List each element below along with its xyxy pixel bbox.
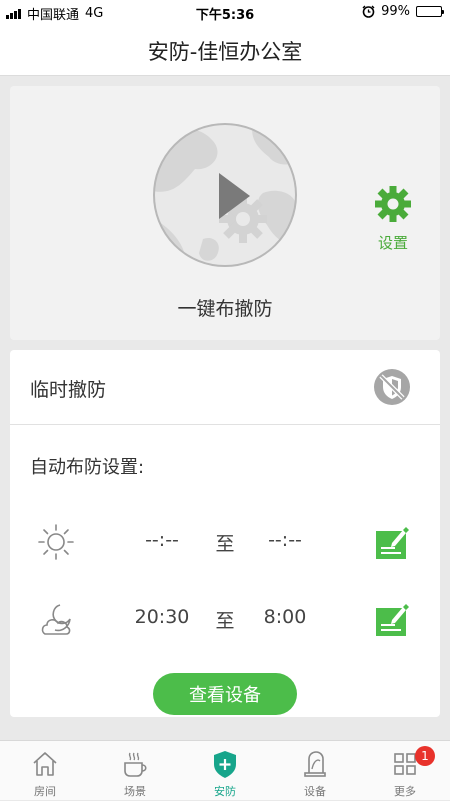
- day-end-time[interactable]: --:--: [245, 529, 325, 551]
- tab-scenes[interactable]: 场景: [90, 741, 180, 801]
- temp-disarm-toggle[interactable]: [372, 367, 412, 407]
- tab-rooms[interactable]: 房间: [0, 741, 90, 801]
- day-edit-icon[interactable]: [374, 525, 410, 561]
- auto-arm-panel: 临时撤防 自动布防设置: --:-- 至 --:-- 20:30 至 8:00 …: [10, 350, 440, 717]
- play-icon: [153, 123, 297, 267]
- one-key-arm-label: 一键布撤防: [177, 298, 273, 320]
- tab-more[interactable]: 1 更多: [360, 741, 450, 801]
- temp-disarm-label: 临时撤防: [30, 379, 107, 401]
- status-bar: 中国联通 4G 下午5:36 99%: [0, 0, 450, 24]
- tab-security[interactable]: 安防: [180, 741, 270, 801]
- night-schedule-row: 20:30 至 8:00: [10, 594, 440, 644]
- notification-badge: 1: [415, 746, 435, 766]
- battery-percent: 99%: [381, 4, 410, 19]
- view-devices-button[interactable]: 查看设备: [153, 673, 297, 715]
- night-end-time[interactable]: 8:00: [245, 606, 325, 628]
- day-start-time[interactable]: --:--: [122, 529, 202, 551]
- battery-icon: [416, 6, 444, 17]
- tab-devices[interactable]: 设备: [270, 741, 360, 801]
- coffee-cup-icon: [124, 752, 147, 777]
- settings-label: 设置: [377, 234, 408, 252]
- night-to-label: 至: [215, 610, 235, 632]
- device-icon: [304, 751, 326, 777]
- day-to-label: 至: [215, 533, 235, 555]
- one-key-arm-button[interactable]: [153, 123, 297, 267]
- settings-button[interactable]: 设置: [368, 184, 418, 253]
- night-edit-icon[interactable]: [374, 602, 410, 638]
- page-title: 安防-佳恒办公室: [147, 40, 303, 64]
- shield-plus-icon: [214, 751, 236, 778]
- arm-panel: 一键布撤防 设置: [10, 86, 440, 340]
- tab-more-label: 更多: [394, 785, 416, 798]
- sun-icon: [38, 524, 74, 560]
- alarm-clock-icon: [362, 5, 375, 18]
- nav-header: 安防-佳恒办公室: [0, 24, 450, 76]
- tab-rooms-label: 房间: [34, 785, 56, 798]
- temp-disarm-row: 临时撤防: [10, 350, 440, 425]
- shield-off-icon: [374, 369, 410, 405]
- tab-devices-label: 设备: [304, 785, 326, 798]
- gear-icon: [375, 186, 411, 222]
- auto-arm-label: 自动布防设置:: [30, 457, 145, 478]
- home-icon: [33, 752, 57, 776]
- status-bar-right: 99%: [362, 4, 444, 19]
- tab-bar: 房间 场景 安防 设备 1 更多: [0, 740, 450, 800]
- moon-cloud-icon: [41, 604, 71, 635]
- day-schedule-row: --:-- 至 --:--: [10, 517, 440, 567]
- tab-security-label: 安防: [214, 785, 236, 798]
- tab-scenes-label: 场景: [124, 785, 146, 798]
- night-start-time[interactable]: 20:30: [122, 606, 202, 628]
